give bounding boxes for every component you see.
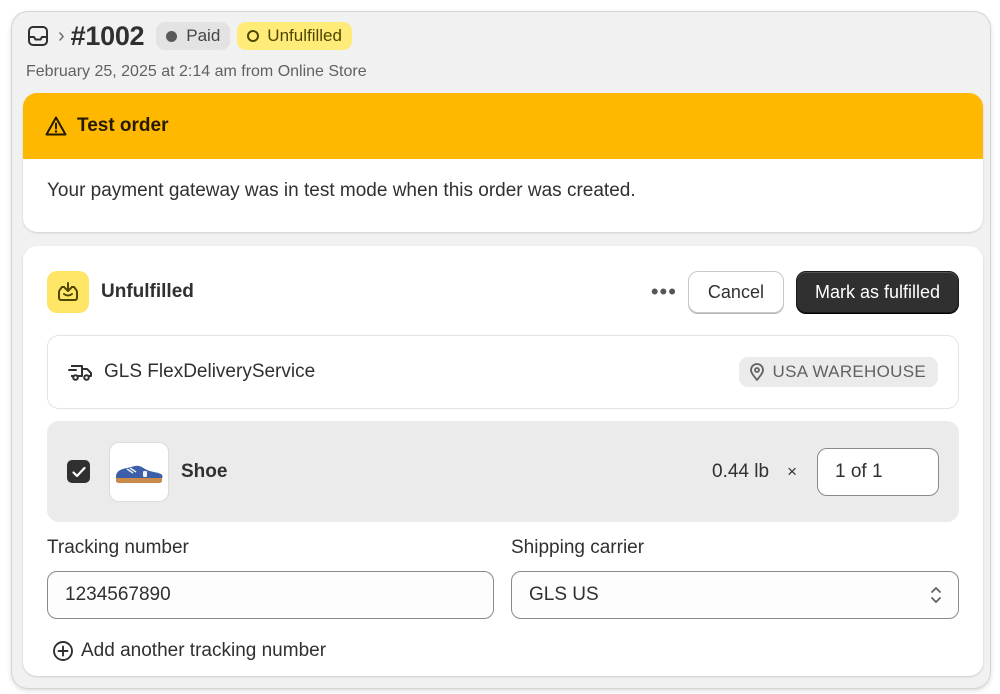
- add-tracking-number-label: Add another tracking number: [81, 640, 327, 661]
- fulfillment-status-title: Unfulfilled: [101, 281, 194, 302]
- shipping-carrier-label: Shipping carrier: [511, 537, 645, 558]
- fulfillment-card-header: Unfulfilled ••• Cancel Mark as fulfilled: [47, 270, 959, 314]
- fulfillment-status-label: Unfulfilled: [267, 26, 342, 45]
- location-label: USA WAREHOUSE: [772, 362, 926, 381]
- line-item-row: Shoe 0.44 lb × 1 of 1: [47, 421, 959, 522]
- fulfillment-status-badge: Unfulfilled: [237, 22, 352, 50]
- order-page: › #1002 Paid Unfulfilled February 25, 20…: [12, 12, 990, 688]
- location-pin-icon: [749, 363, 764, 381]
- product-name[interactable]: Shoe: [181, 461, 227, 483]
- package-icon: [47, 271, 89, 313]
- add-tracking-number-link[interactable]: Add another tracking number: [52, 640, 326, 662]
- shipping-carrier-select[interactable]: GLS US: [511, 571, 959, 619]
- times-sign: ×: [787, 461, 797, 481]
- plus-circle-icon: [53, 641, 73, 661]
- test-order-banner-header: Test order: [23, 93, 983, 159]
- tracking-number-label: Tracking number: [47, 537, 189, 558]
- shoe-image: [116, 465, 163, 483]
- fulfillment-card: Unfulfilled ••• Cancel Mark as fulfilled…: [23, 246, 983, 676]
- mark-as-fulfilled-button[interactable]: Mark as fulfilled: [795, 271, 959, 313]
- page-header: › #1002 Paid Unfulfilled February 25, 20…: [26, 20, 976, 90]
- location-badge: USA WAREHOUSE: [738, 357, 938, 387]
- more-actions-button[interactable]: •••: [644, 272, 684, 312]
- select-chevrons-icon: [931, 587, 941, 603]
- test-order-title: Test order: [77, 115, 169, 136]
- page-title: #1002: [70, 20, 145, 51]
- tracking-number-input[interactable]: 1234567890: [47, 571, 494, 619]
- test-order-banner: Test order Your payment gateway was in t…: [23, 93, 983, 232]
- status-ring-icon: [247, 30, 260, 42]
- payment-status-label: Paid: [186, 26, 221, 45]
- status-dot-icon: [166, 30, 178, 42]
- quantity-input[interactable]: 1 of 1: [817, 447, 939, 496]
- inbox-icon[interactable]: [26, 24, 50, 48]
- checkmark-icon: [71, 466, 86, 477]
- payment-status-badge: Paid: [156, 22, 231, 50]
- item-weight: 0.44 lb: [712, 460, 770, 482]
- shipping-carrier-value: GLS US: [529, 584, 599, 605]
- test-order-message: Your payment gateway was in test mode wh…: [47, 180, 636, 201]
- delivery-service-name: GLS FlexDeliveryService: [104, 361, 316, 382]
- truck-icon: [68, 365, 92, 381]
- order-subtitle: February 25, 2025 at 2:14 am from Online…: [26, 63, 367, 80]
- line-item-checkbox[interactable]: [67, 460, 90, 483]
- tracking-number-value: 1234567890: [65, 584, 171, 605]
- warning-triangle-icon: [45, 116, 67, 136]
- product-thumbnail: [109, 441, 169, 502]
- chevron-right-icon: ›: [58, 25, 65, 47]
- delivery-service-row: GLS FlexDeliveryService USA WAREHOUSE: [47, 335, 959, 409]
- cancel-button[interactable]: Cancel: [687, 271, 784, 313]
